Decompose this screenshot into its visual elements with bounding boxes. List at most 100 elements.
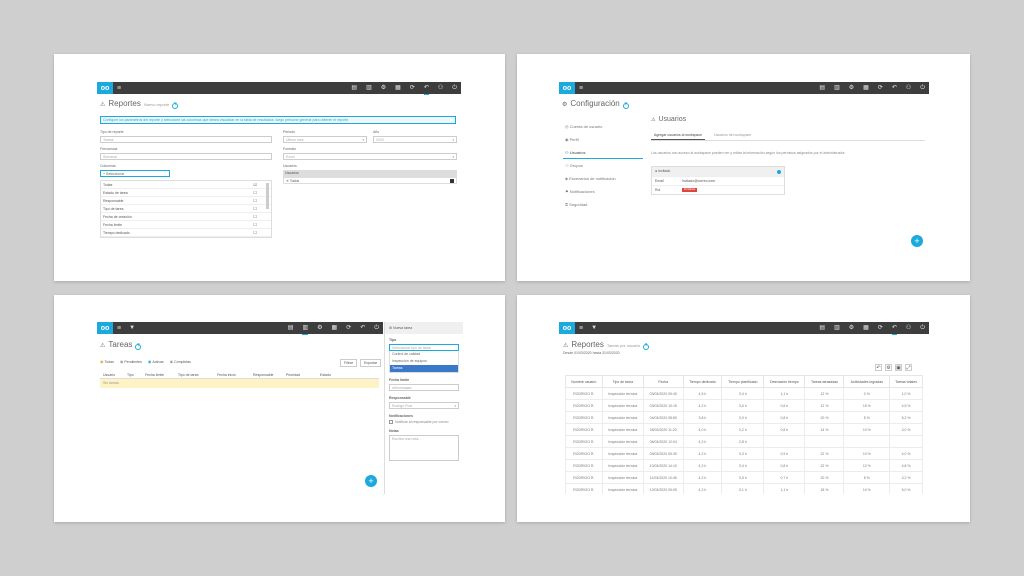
column-header[interactable]: Tiempo planificado xyxy=(721,375,765,388)
checkbox-icon[interactable]: ☐ xyxy=(253,229,257,236)
columnas-input[interactable]: + Seleccionar xyxy=(100,170,170,177)
column-header[interactable]: Tipo de tarea xyxy=(175,371,214,378)
radio-icon[interactable]: ◉ xyxy=(170,359,174,364)
filter-button[interactable]: Filtrar xyxy=(340,359,357,367)
filter-1[interactable]: ◉ Pendientes xyxy=(120,359,142,364)
building-icon[interactable]: ▤ xyxy=(351,82,357,94)
logo[interactable]: oo xyxy=(97,82,113,94)
power-icon[interactable]: ⏻ xyxy=(452,82,457,94)
power-icon[interactable]: ⏻ xyxy=(920,322,925,334)
column-header[interactable]: Fecha inicio xyxy=(214,371,250,378)
list-item[interactable]: Estado de tarea ☐ xyxy=(101,189,271,197)
list-item[interactable]: Tiempo dedicado ☐ xyxy=(101,229,271,237)
menu-icon[interactable]: ≡ xyxy=(117,325,121,332)
logo[interactable]: oo xyxy=(559,322,575,334)
tipo-select[interactable]: Tareas xyxy=(100,136,272,143)
fecha-input[interactable]: dd/mm/aaaa xyxy=(389,384,459,391)
radio-icon[interactable]: ◉ xyxy=(120,359,124,364)
list-icon[interactable]: ▥ xyxy=(834,82,840,94)
menu-icon[interactable]: ≡ xyxy=(579,85,583,92)
column-header[interactable]: Fecha límite xyxy=(142,371,175,378)
list-item[interactable]: Fecha de creación ☐ xyxy=(101,213,271,221)
checkbox-checked-icon[interactable]: ☑ xyxy=(253,181,257,188)
column-header[interactable]: Fecha xyxy=(643,375,684,388)
refresh-icon[interactable]: ↶ xyxy=(423,82,429,95)
power-icon[interactable]: ⏻ xyxy=(920,82,925,94)
people-icon[interactable]: ⚇ xyxy=(438,82,443,94)
column-header[interactable]: Tareas atrasadas xyxy=(804,375,845,388)
export-button[interactable]: Exportar xyxy=(359,359,382,367)
column-header[interactable]: Tiempo dedicado xyxy=(682,375,723,388)
refresh-icon[interactable]: ↶ xyxy=(891,322,897,335)
dropdown-option[interactable]: Control de calidad xyxy=(390,351,458,358)
formato-select[interactable]: Excel ▾ xyxy=(283,153,457,160)
back-icon[interactable]: ↶ xyxy=(875,364,882,371)
menu-icon[interactable]: ≡ xyxy=(117,85,121,92)
logo[interactable]: oo xyxy=(97,322,113,334)
chart-icon[interactable]: ▦ xyxy=(863,82,869,94)
filter-3[interactable]: ◉ Completas xyxy=(170,359,191,364)
checkbox-icon[interactable]: ☐ xyxy=(253,221,257,228)
refresh-icon[interactable]: ↶ xyxy=(360,322,365,334)
chevron-down-icon[interactable]: ▼ xyxy=(129,325,135,331)
print-icon[interactable]: ▣ xyxy=(895,364,902,371)
chart-icon[interactable]: ▦ xyxy=(395,82,401,94)
column-header[interactable]: Desviación tiempo xyxy=(763,375,806,388)
tab-agregar[interactable]: Agregar usuarios al workspace xyxy=(651,131,706,140)
list-icon[interactable]: ▥ xyxy=(834,322,840,334)
list-item[interactable]: Todas ☑ xyxy=(101,181,271,189)
filter-2[interactable]: ◉ Activas xyxy=(148,359,164,364)
scrollbar[interactable] xyxy=(266,183,269,209)
column-header[interactable]: Responsable xyxy=(250,371,283,378)
checkbox-icon[interactable]: ☐ xyxy=(253,205,257,212)
list-icon[interactable]: ▥ xyxy=(302,322,309,335)
sidebar-item[interactable]: ◎ Cuenta de usuario xyxy=(563,120,643,133)
column-header[interactable]: Tipo de tarea xyxy=(601,375,645,388)
menu-icon[interactable]: ≡ xyxy=(579,325,583,332)
share-icon[interactable]: ⟳ xyxy=(878,82,883,94)
sidebar-item[interactable]: ◉ Perfil xyxy=(563,133,643,146)
frecuencia-select[interactable]: Semanal xyxy=(100,153,272,160)
building-icon[interactable]: ▤ xyxy=(819,322,825,334)
logo[interactable]: oo xyxy=(559,82,575,94)
help-icon[interactable]: ? xyxy=(622,102,629,109)
expand-icon[interactable]: ⤢ xyxy=(905,364,912,371)
sidebar-item[interactable]: ⚿ Seguridad xyxy=(563,198,643,211)
list-item[interactable]: Tipo de tarea ☐ xyxy=(101,205,271,213)
list-item[interactable]: Responsable ☐ xyxy=(101,197,271,205)
sidebar-item[interactable]: ⚇ Usuarios xyxy=(563,146,643,159)
column-header[interactable]: Nombre usuario xyxy=(565,375,603,388)
checkbox-icon[interactable]: ☐ xyxy=(253,197,257,204)
dropdown-option[interactable]: Inspección de equipos xyxy=(390,358,458,365)
add-task-button[interactable]: + xyxy=(365,475,377,487)
gear-icon[interactable]: ⚙ xyxy=(317,322,322,334)
notify-checkbox[interactable] xyxy=(389,420,393,424)
tab-usuarios[interactable]: Usuarios del workspace xyxy=(711,131,754,140)
radio-icon[interactable]: ◉ xyxy=(148,359,152,364)
share-icon[interactable]: ⟳ xyxy=(878,322,883,334)
chevron-down-icon[interactable]: ▼ xyxy=(591,325,597,331)
radio-icon[interactable]: ◉ xyxy=(100,359,104,364)
people-icon[interactable]: ⚇ xyxy=(906,322,911,334)
dropdown-option[interactable]: Tareas xyxy=(390,365,458,372)
notas-textarea[interactable]: Escriba una nota... xyxy=(389,435,459,461)
list-icon[interactable]: ▥ xyxy=(366,82,372,94)
column-header[interactable]: Tareas totales xyxy=(889,375,923,388)
filter-0[interactable]: ◉ Todas xyxy=(100,359,114,364)
power-icon[interactable]: ⏻ xyxy=(374,322,379,334)
sidebar-item[interactable]: ⚆ Grupos xyxy=(563,159,643,172)
refresh-icon[interactable]: ↶ xyxy=(892,82,897,94)
sidebar-item[interactable]: ◈ Escenarios de notificación xyxy=(563,172,643,185)
checkbox-icon[interactable]: ☐ xyxy=(253,189,257,196)
column-header[interactable]: Usuario xyxy=(100,371,124,378)
help-icon[interactable]: ? xyxy=(135,343,142,350)
people-icon[interactable]: ⚇ xyxy=(906,82,911,94)
gear-icon[interactable]: ⚙ xyxy=(849,82,854,94)
remove-icon[interactable] xyxy=(450,179,454,183)
add-user-button[interactable]: + xyxy=(911,235,923,247)
chart-icon[interactable]: ▦ xyxy=(863,322,869,334)
gear-icon[interactable]: ⚙ xyxy=(849,322,854,334)
building-icon[interactable]: ▤ xyxy=(819,82,825,94)
responsable-select[interactable]: Rodrigo Ruiz ▾ xyxy=(389,402,459,409)
anio-select[interactable]: 2020 ▾ xyxy=(373,136,457,143)
